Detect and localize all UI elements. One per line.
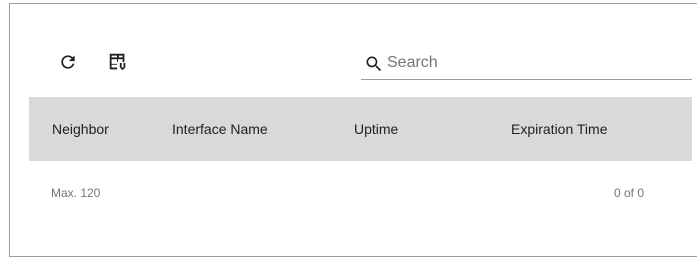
table-header-row: Neighbor Interface Name Uptime Expiratio… xyxy=(29,97,692,161)
column-header-neighbor[interactable]: Neighbor xyxy=(52,121,109,137)
search-input[interactable] xyxy=(387,51,687,75)
column-settings-button[interactable] xyxy=(106,50,130,74)
pagination-count: 0 of 0 xyxy=(614,186,645,200)
refresh-icon xyxy=(61,55,75,69)
column-header-uptime[interactable]: Uptime xyxy=(354,121,398,137)
table-columns-download-icon xyxy=(109,53,126,71)
column-header-expiration-time[interactable]: Expiration Time xyxy=(511,121,607,137)
refresh-button[interactable] xyxy=(56,50,80,74)
search-field xyxy=(361,50,692,80)
max-entries-label: Max. 120 xyxy=(51,186,101,200)
column-header-interface-name[interactable]: Interface Name xyxy=(172,121,268,137)
search-icon xyxy=(366,56,382,72)
